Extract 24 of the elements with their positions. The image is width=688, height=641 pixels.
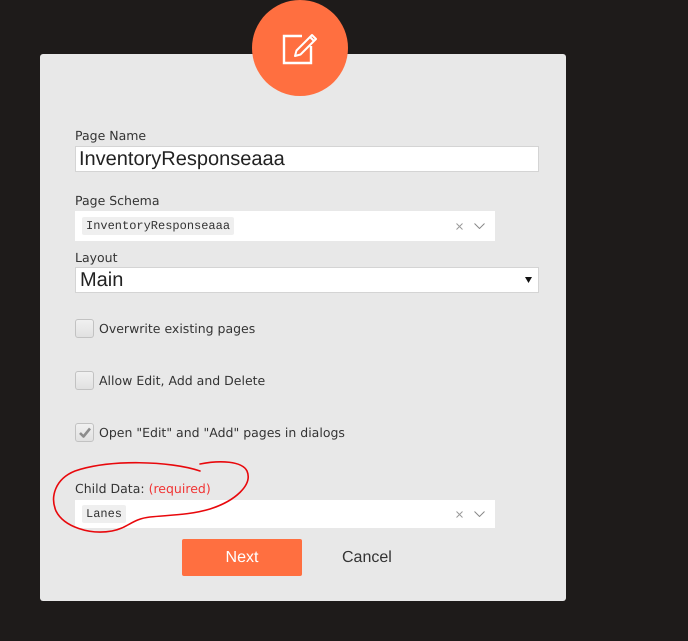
field-label: Page Schema: [75, 193, 160, 209]
dropdown-field[interactable]: Lanes: [75, 500, 495, 528]
text-field[interactable]: InventoryResponseaaa: [75, 146, 539, 172]
chevron-down-icon[interactable]: [474, 511, 485, 517]
check-icon: [78, 427, 90, 438]
value-chip: Lanes: [82, 505, 126, 523]
value-chip: InventoryResponseaaa: [82, 217, 234, 235]
checkbox[interactable]: [75, 319, 94, 338]
checkbox-label: Overwrite existing pages: [99, 321, 256, 336]
field-label: Page Name: [75, 128, 146, 144]
dropdown-field[interactable]: InventoryResponseaaa: [75, 211, 495, 241]
caret-icon[interactable]: [525, 277, 532, 283]
field-label: Layout: [75, 250, 118, 266]
select-field[interactable]: Main: [75, 267, 539, 293]
checkbox[interactable]: [75, 371, 94, 390]
checkbox-label: Open "Edit" and "Add" pages in dialogs: [99, 425, 345, 440]
checkbox[interactable]: [75, 423, 94, 442]
clear-icon[interactable]: [456, 510, 463, 518]
cancel-button[interactable]: Cancel: [322, 539, 412, 576]
required-note: (required): [148, 481, 211, 497]
field-label: Child Data:: [75, 481, 145, 497]
checkbox-label: Allow Edit, Add and Delete: [99, 373, 266, 388]
chevron-down-icon[interactable]: [474, 223, 485, 229]
clear-icon[interactable]: [456, 222, 463, 230]
